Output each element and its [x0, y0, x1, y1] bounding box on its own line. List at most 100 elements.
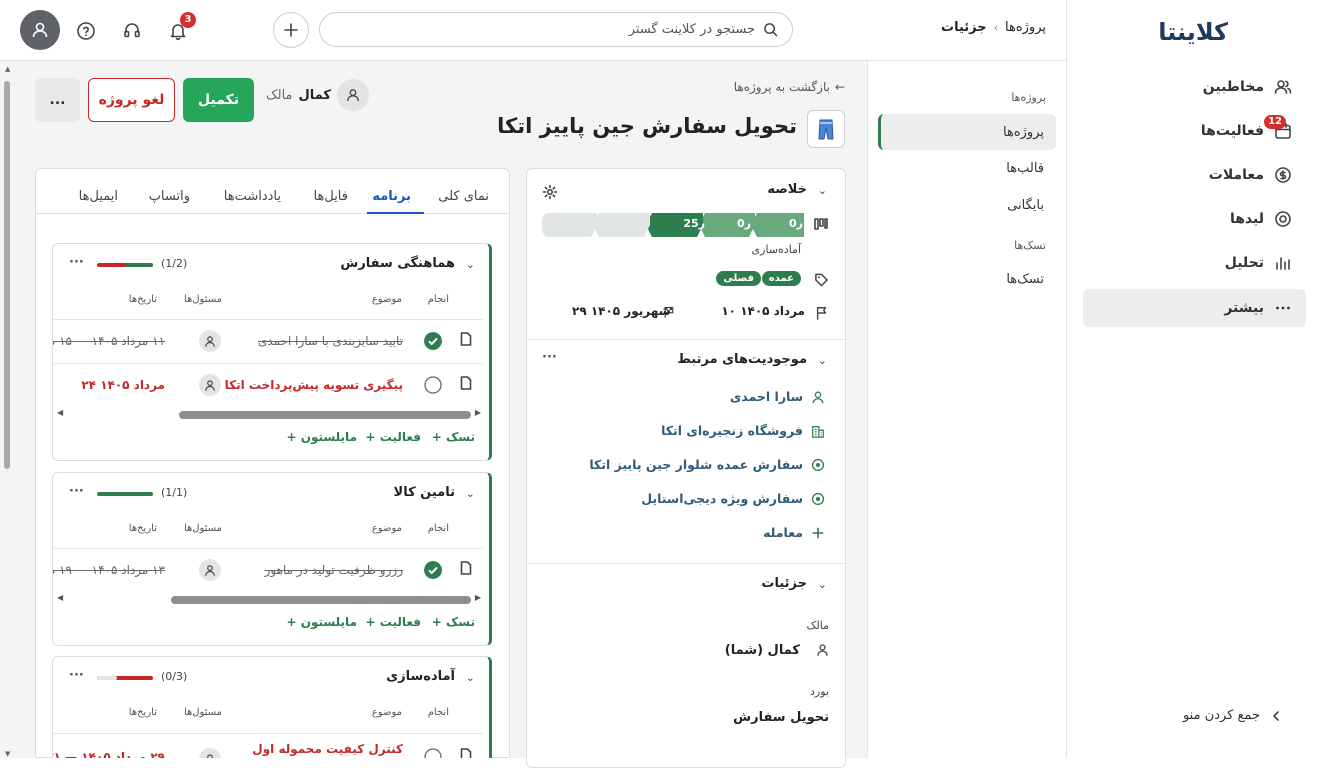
breadcrumb-root[interactable]: پروژه‌ها — [1005, 20, 1046, 35]
task-subject[interactable]: کنترل کیفیت محموله اول — [252, 742, 403, 756]
project-owner[interactable]: کمال مالک — [266, 79, 369, 111]
scrollbar-thumb[interactable] — [4, 81, 10, 469]
details-collapse-chevron[interactable]: ⌄ — [818, 578, 827, 591]
stage-chip-5 — [542, 213, 597, 237]
scroll-left-arrow[interactable]: ◀ — [57, 408, 63, 417]
related-collapse-chevron[interactable]: ⌄ — [818, 354, 827, 367]
related-deal-link-1[interactable]: سفارش عمده شلوار جین پاییز اتکا — [589, 457, 825, 472]
group-collapse-chevron[interactable]: ⌄ — [466, 258, 475, 271]
user-avatar-button[interactable] — [20, 10, 60, 50]
more-icon — [1276, 306, 1290, 310]
table-row[interactable]: تایید سایزبندی با سارا احمدی ۱۱ مرداد ۱۴… — [53, 319, 483, 363]
back-to-projects-link[interactable]: ← بازگشت به پروژه‌ها — [734, 80, 845, 94]
sidebar-item-label: تحلیل — [1224, 255, 1264, 271]
task-subject[interactable]: تایید سایزبندی با سارا احمدی — [258, 334, 403, 348]
add-milestone-link[interactable]: + مایلستون — [287, 430, 357, 444]
details-board-value[interactable]: تحویل سفارش — [733, 710, 829, 725]
table-horizontal-scrollbar[interactable]: ◀ ▶ — [57, 408, 481, 420]
complete-project-button[interactable]: تکمیل — [183, 78, 254, 122]
sidebar-item-deals[interactable]: معاملات — [1083, 156, 1306, 194]
subnav-section-tasks: تسک‌ها — [1014, 239, 1046, 252]
subnav-item-tasks[interactable]: تسک‌ها — [878, 261, 1056, 297]
subnav-item-archive[interactable]: بایگانی — [878, 187, 1056, 223]
table-horizontal-scrollbar[interactable]: ◀ ▶ — [57, 593, 481, 605]
add-button[interactable] — [273, 12, 309, 48]
group-title: تامین کالا — [393, 485, 455, 500]
done-checkbox-checked[interactable] — [424, 332, 442, 350]
group-more-button[interactable]: ··· — [69, 668, 84, 683]
tab-files[interactable]: فایل‌ها — [314, 189, 348, 204]
add-milestone-link[interactable]: + مایلستون — [287, 615, 357, 629]
tag-chip-seasonal[interactable]: فصلی — [716, 271, 761, 286]
assignee-avatar[interactable] — [199, 559, 221, 581]
deal-icon — [811, 492, 825, 505]
add-task-link[interactable]: + تسک — [432, 430, 475, 444]
table-row[interactable]: کنترل کیفیت محموله اول ۲۹ مرداد ۱۴۰۵ — ۳… — [53, 733, 483, 758]
start-date: ۱۰ مرداد ۱۴۰۵ — [721, 304, 805, 318]
support-button[interactable] — [119, 18, 145, 44]
tab-plan[interactable]: برنامه — [372, 189, 411, 204]
settings-icon[interactable] — [542, 184, 558, 200]
help-button[interactable] — [73, 18, 99, 44]
tag-chip-wholesale[interactable]: عمده — [761, 271, 801, 286]
tab-emails[interactable]: ایمیل‌ها — [79, 189, 118, 204]
done-checkbox-checked[interactable] — [424, 561, 442, 579]
tab-overview[interactable]: نمای کلی — [438, 189, 489, 204]
stage-chip-4 — [593, 213, 650, 237]
tab-notes[interactable]: یادداشت‌ها — [224, 189, 281, 204]
brand-logo[interactable]: کلاینتا — [1158, 18, 1229, 46]
content-scrollbar[interactable]: ▲ ▼ — [3, 65, 11, 758]
done-checkbox[interactable] — [424, 376, 442, 394]
scroll-up-arrow[interactable]: ▲ — [5, 65, 10, 73]
related-contact-link[interactable]: سارا احمدی — [730, 389, 825, 404]
related-company-link[interactable]: فروشگاه زنجیره‌ای اتکا — [661, 423, 825, 438]
column-header-subject: موضوع — [371, 294, 402, 305]
add-task-link[interactable]: + تسک — [432, 615, 475, 629]
stage-progress-bar[interactable] — [542, 213, 804, 237]
scrollbar-thumb[interactable] — [171, 596, 471, 604]
scroll-right-arrow[interactable]: ▶ — [475, 593, 481, 602]
group-more-button[interactable]: ··· — [69, 484, 84, 499]
table-row[interactable]: رزرو ظرفیت تولید در ماهور ۱۳ مرداد ۱۴۰۵ … — [53, 548, 483, 592]
scroll-right-arrow[interactable]: ▶ — [475, 408, 481, 417]
tag-icon — [815, 273, 828, 287]
scroll-down-arrow[interactable]: ▼ — [5, 750, 10, 758]
collapse-menu-button[interactable]: جمع کردن منو — [1183, 708, 1282, 723]
sidebar-item-more[interactable]: بیشتر — [1083, 289, 1306, 327]
milestone-group-supply: ⌄ تامین کالا (1/1) ··· انجام موضوع مسئول… — [52, 472, 492, 646]
search-input[interactable]: جستجو در کلاینت گستر — [629, 22, 755, 37]
task-subject[interactable]: پیگیری تسویه پیش‌پرداخت اتکا — [225, 378, 403, 392]
add-activity-link[interactable]: + فعالیت — [366, 615, 421, 629]
sidebar-item-activities[interactable]: فعالیت‌ها 12 — [1083, 112, 1306, 150]
add-activity-link[interactable]: + فعالیت — [366, 430, 421, 444]
done-checkbox[interactable] — [424, 748, 442, 758]
add-deal-button[interactable]: معامله — [763, 525, 825, 540]
end-date: ۲۹ شهریور ۱۴۰۵ — [572, 304, 671, 318]
sidebar-item-leads[interactable]: لیدها — [1083, 200, 1306, 238]
tab-whatsapp[interactable]: واتساپ — [149, 189, 190, 204]
document-icon — [460, 332, 472, 346]
task-subject[interactable]: رزرو ظرفیت تولید در ماهور — [265, 563, 403, 577]
group-more-button[interactable]: ··· — [69, 255, 84, 270]
assignee-avatar[interactable] — [199, 748, 221, 758]
subnav-item-projects[interactable]: پروژه‌ها — [878, 114, 1056, 150]
summary-collapse-chevron[interactable]: ⌄ — [818, 184, 827, 197]
group-collapse-chevron[interactable]: ⌄ — [466, 671, 475, 684]
project-more-button[interactable]: ... — [35, 78, 80, 122]
table-row[interactable]: پیگیری تسویه پیش‌پرداخت اتکا ۲۴ مرداد ۱۴… — [53, 363, 483, 407]
flag-icon — [816, 307, 827, 320]
sidebar-item-contacts[interactable]: مخاطبین — [1083, 68, 1306, 106]
scroll-left-arrow[interactable]: ◀ — [57, 593, 63, 602]
assignee-avatar[interactable] — [199, 374, 221, 396]
search-box[interactable]: جستجو در کلاینت گستر — [319, 12, 793, 47]
details-owner-value[interactable]: کمال (شما) — [725, 643, 800, 658]
group-collapse-chevron[interactable]: ⌄ — [466, 487, 475, 500]
cancel-project-button[interactable]: لغو پروژه — [88, 78, 175, 122]
related-more-button[interactable]: ··· — [542, 350, 557, 365]
sidebar-item-analytics[interactable]: تحلیل — [1083, 244, 1306, 282]
scrollbar-thumb[interactable] — [179, 411, 471, 419]
breadcrumb-current: جزئیات — [941, 20, 987, 35]
assignee-avatar[interactable] — [199, 330, 221, 352]
related-deal-link-2[interactable]: سفارش ویژه دیجی‌استایل — [641, 491, 825, 506]
subnav-item-templates[interactable]: قالب‌ها — [878, 150, 1056, 186]
